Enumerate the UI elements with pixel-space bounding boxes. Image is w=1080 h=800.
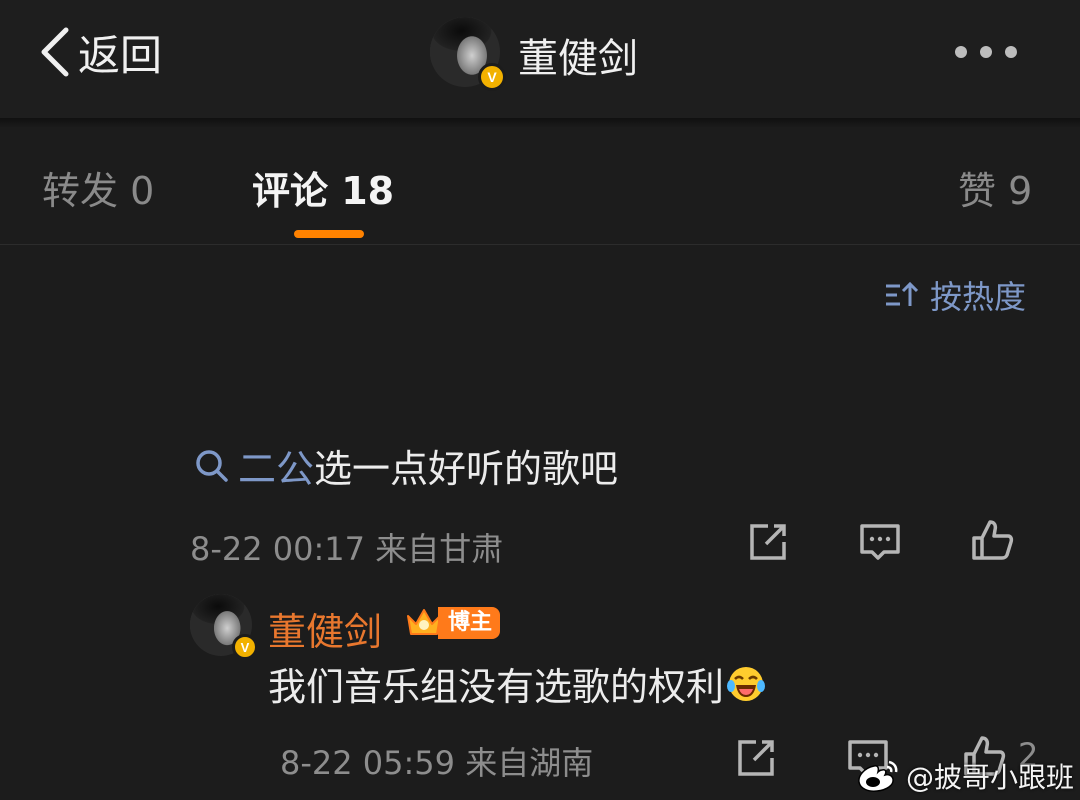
host-badge-label: 博主 <box>438 607 501 639</box>
reply-share-button[interactable] <box>734 736 778 780</box>
watermark: @披哥小跟班 <box>856 756 1074 796</box>
verified-icon: V <box>232 634 258 660</box>
watermark-text: @披哥小跟班 <box>906 761 1075 794</box>
comment-like-button[interactable] <box>970 518 1014 562</box>
back-button[interactable]: 返回 <box>38 22 162 82</box>
tab-likes[interactable]: 赞 9 <box>958 160 1032 215</box>
host-badge: 博主 <box>404 606 501 640</box>
sort-icon <box>886 281 918 306</box>
thumbs-up-icon <box>972 520 1014 560</box>
share-icon <box>750 524 786 560</box>
reply-meta: 8-22 05:59 来自湖南 <box>280 744 594 782</box>
back-label: 返回 <box>78 30 163 80</box>
comment-icon <box>860 524 900 560</box>
reply-author-avatar[interactable]: V <box>190 594 258 660</box>
comment-body: 选一点好听的歌吧 <box>314 447 619 491</box>
top-bar-shadow <box>0 118 1080 128</box>
sort-by-hot-button[interactable]: 按热度 <box>884 272 1026 318</box>
reply-text: 我们音乐组没有选歌的权利 <box>268 656 766 711</box>
active-tab-indicator <box>294 230 364 238</box>
more-dot-icon <box>955 46 967 58</box>
laugh-cry-emoji-icon <box>727 666 766 701</box>
tab-divider <box>0 244 1080 245</box>
tab-repost[interactable]: 转发 0 <box>42 160 154 215</box>
comment-meta: 8-22 00:17 来自甘肃 <box>190 530 504 568</box>
comment-text: 二公 选一点好听的歌吧 <box>194 438 618 493</box>
more-dot-icon <box>1005 46 1017 58</box>
tab-comments[interactable]: 评论 18 <box>252 160 394 215</box>
comment-share-button[interactable] <box>746 520 790 564</box>
topic-search-link[interactable]: 二公 <box>238 438 314 493</box>
user-avatar[interactable]: V <box>430 17 506 91</box>
page-title[interactable]: 董健剑 <box>518 26 638 84</box>
more-dot-icon <box>980 46 992 58</box>
reply-body: 我们音乐组没有选歌的权利 <box>268 665 725 709</box>
search-icon <box>196 449 228 482</box>
sort-label: 按热度 <box>930 278 1027 316</box>
comment-reply-button[interactable] <box>858 520 902 564</box>
reply-author-name[interactable]: 董健剑 <box>268 601 382 656</box>
verified-icon: V <box>478 63 506 91</box>
chevron-left-icon <box>41 27 69 77</box>
more-options-button[interactable] <box>955 42 1033 62</box>
share-icon <box>738 740 774 776</box>
weibo-logo-icon <box>858 760 898 792</box>
